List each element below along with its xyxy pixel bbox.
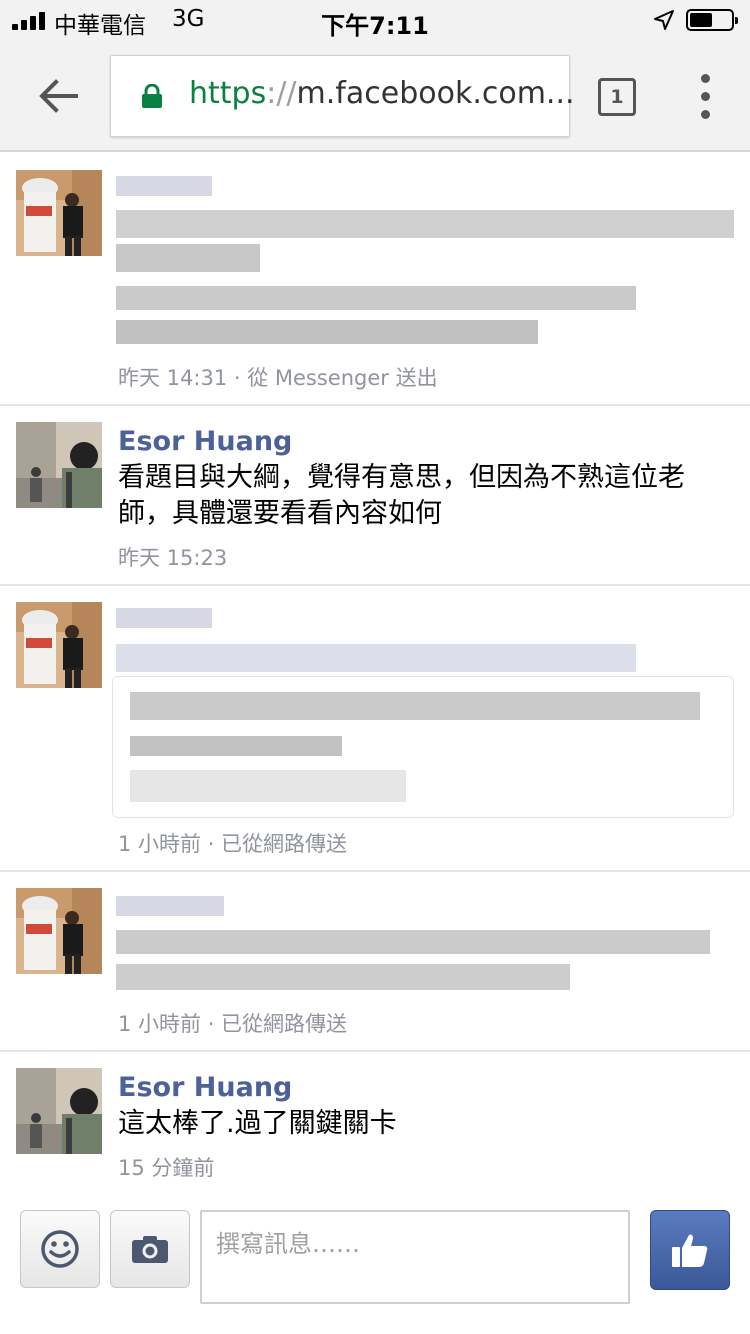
pixelated-sender — [116, 896, 224, 916]
smiley-icon — [41, 1230, 79, 1268]
status-time: 下午7:11 — [321, 12, 429, 40]
message-meta: 昨天 14:31 · 從 Messenger 送出 — [118, 366, 438, 390]
message-meta: 1 小時前 · 已從網路傳送 — [118, 832, 348, 856]
url-scheme: https — [189, 76, 267, 111]
avatar — [16, 170, 102, 256]
message-text: 看題目與大綱，覺得有意思，但因為不熟這位老師，具體還要看看內容如何 — [118, 462, 685, 529]
avatar — [16, 888, 102, 974]
arrow-left-icon — [39, 79, 78, 113]
like-button[interactable] — [650, 1210, 730, 1290]
url-separator: :// — [266, 76, 297, 111]
message-item: Esor Huang 這太棒了.過了關鍵關卡 15 分鐘前 — [0, 1052, 750, 1194]
back-button[interactable] — [30, 70, 86, 122]
avatar — [16, 422, 102, 508]
location-arrow-icon — [654, 10, 674, 30]
message-meta: 15 分鐘前 — [118, 1156, 215, 1180]
thumbs-up-icon — [672, 1234, 708, 1267]
avatar — [16, 602, 102, 688]
sender-name[interactable]: Esor Huang — [118, 426, 292, 457]
emoji-button[interactable] — [20, 1210, 100, 1288]
status-bar: 中華電信 3G 下午7:11 — [0, 0, 750, 40]
pixelated-link-line — [116, 644, 636, 672]
message-input[interactable] — [200, 1210, 630, 1304]
sender-name[interactable]: Esor Huang — [118, 1072, 292, 1103]
message-item: Esor Huang 看題目與大綱，覺得有意思，但因為不熟這位老師，具體還要看看… — [0, 406, 750, 586]
camera-button[interactable] — [110, 1210, 190, 1288]
pixelated-message-line — [116, 244, 260, 272]
browser-toolbar: https://m.facebook.com... 1 — [0, 40, 750, 152]
message-item: 1 小時前 · 已從網路傳送 — [0, 872, 750, 1052]
pixelated-message-line — [116, 286, 636, 310]
message-meta: 1 小時前 · 已從網路傳送 — [118, 1012, 348, 1036]
url-host: m.facebook.com... — [296, 76, 575, 111]
message-meta: 昨天 15:23 — [118, 546, 228, 570]
pixelated-message-line — [116, 964, 570, 990]
pixelated-message-line — [116, 320, 538, 344]
camera-icon — [132, 1236, 168, 1263]
more-vertical-icon[interactable] — [694, 74, 718, 120]
pixelated-sender — [116, 176, 212, 196]
avatar — [16, 1068, 102, 1154]
message-text: 這太棒了.過了關鍵關卡 — [118, 1108, 397, 1139]
lock-icon — [142, 84, 162, 108]
tab-switcher-button[interactable]: 1 — [598, 78, 636, 116]
battery-icon — [686, 9, 738, 31]
pixelated-message-line — [116, 210, 734, 238]
link-preview-card[interactable] — [112, 676, 734, 818]
url-text: https://m.facebook.com... — [189, 76, 575, 111]
pixelated-sender — [116, 608, 212, 628]
message-item: 昨天 14:31 · 從 Messenger 送出 — [0, 154, 750, 406]
tab-count: 1 — [610, 86, 624, 108]
pixelated-message-line — [116, 930, 710, 954]
address-bar[interactable]: https://m.facebook.com... — [110, 55, 575, 137]
message-composer — [0, 1194, 750, 1334]
